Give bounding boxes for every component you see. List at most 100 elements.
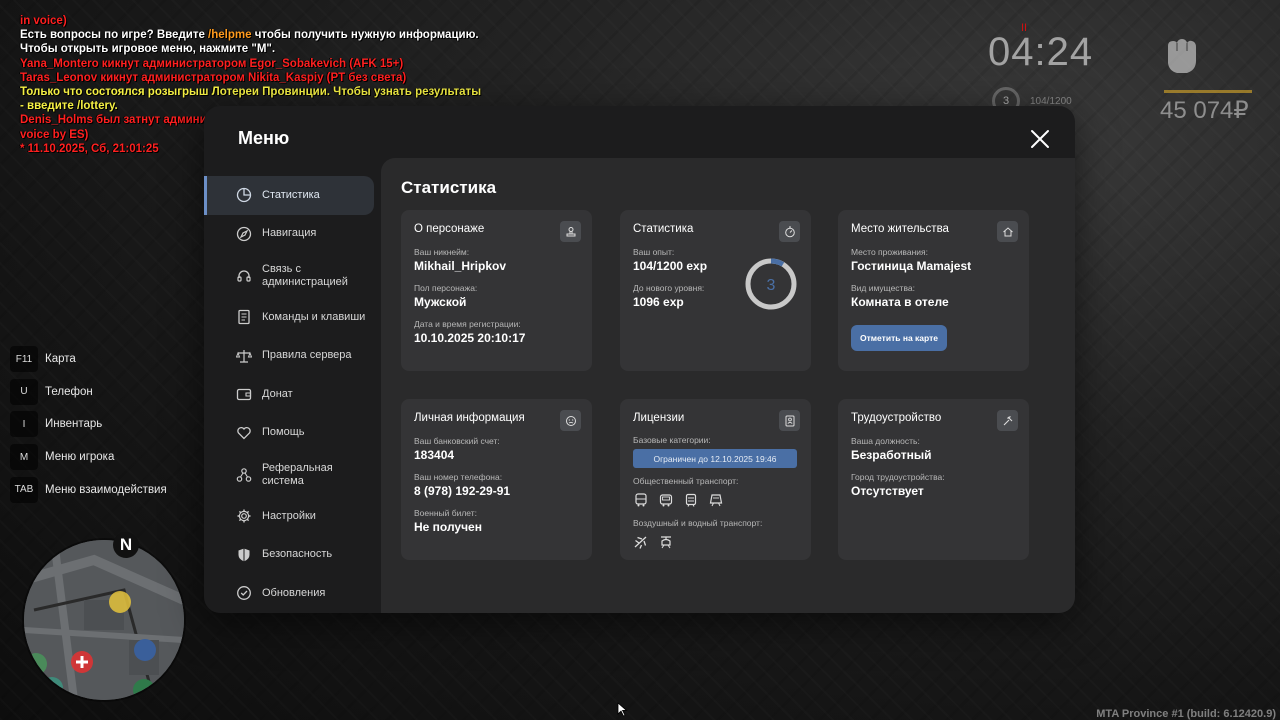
sidebar-item-settings[interactable]: Настройки [204, 497, 374, 536]
key-hint-row: M Меню игрока [10, 444, 167, 471]
key-hint-row: TAB Меню взаимодействия [10, 476, 167, 503]
key-cap: M [10, 444, 38, 471]
key-hint-row: F11 Карта [10, 346, 167, 372]
player-menu-panel: Меню Статистика Навигация Связь с админи… [204, 106, 1075, 613]
property-type-value: Комната в отеле [851, 295, 949, 309]
chat-text: Taras_Leonov кикнут администратором Niki… [20, 71, 407, 84]
shield-icon [236, 547, 252, 563]
field-label: Базовые категории: [633, 435, 711, 445]
scales-icon [236, 348, 252, 364]
key-cap: TAB [10, 476, 38, 503]
card-employment: Трудоустройство Ваша должность: Безработ… [838, 399, 1029, 560]
registration-value: 10.10.2025 20:10:17 [414, 331, 526, 345]
job-position-value: Безработный [851, 448, 932, 462]
house-icon [997, 221, 1018, 242]
sidebar-item-label: Безопасность [262, 548, 333, 561]
sidebar-item-label: Обновления [262, 586, 326, 599]
sidebar-item-admin-contact[interactable]: Связь с администрацией [204, 253, 374, 298]
level-number: 3 [767, 277, 776, 294]
card-statistics: Статистика Ваш опыт: 104/1200 exp До нов… [620, 210, 811, 371]
sidebar-item-navigation[interactable]: Навигация [204, 215, 374, 254]
refresh-icon [236, 585, 252, 601]
sidebar-item-label: Связь с администрацией [262, 262, 348, 288]
chat-text: Чтобы открыть игровое меню, нажмите "M". [20, 43, 276, 56]
tram-icon [685, 493, 697, 507]
sidebar-item-rules[interactable]: Правила сервера [204, 337, 374, 376]
field-label: Город трудоустройства: [851, 472, 945, 482]
field-label: Военный билет: [414, 508, 478, 518]
key-hint-label: Меню взаимодействия [45, 483, 167, 496]
card-personal-info: Личная информация Ваш банковский счет: 1… [401, 399, 592, 560]
chat-text: Только что состоялся розыгрыш Лотереи Пр… [20, 86, 482, 99]
sidebar-item-security[interactable]: Безопасность [204, 536, 374, 575]
gender-value: Мужской [414, 295, 467, 309]
chat-text: in voice) [20, 15, 67, 27]
key-hint-label: Телефон [45, 385, 93, 398]
hud-clock: 04:24 [988, 30, 1094, 74]
chat-line: Чтобы открыть игровое меню, нажмите "M". [20, 42, 480, 56]
card-persona: О персонаже Ваш никнейм: Mikhail_Hripkov… [401, 210, 592, 371]
card-title: Личная информация [414, 412, 525, 424]
heart-hand-icon [236, 425, 252, 441]
sidebar-item-label: Команды и клавиши [262, 310, 366, 323]
mark-on-map-button[interactable]: Отметить на карте [851, 325, 947, 351]
sidebar-item-label: Навигация [262, 227, 317, 240]
gear-icon [236, 508, 252, 524]
money-bar [1164, 90, 1252, 93]
trolleybus-icon [659, 494, 673, 507]
field-label: Ваш опыт: [633, 247, 675, 257]
card-title: О персонаже [414, 223, 485, 235]
id-card-icon [779, 410, 800, 431]
field-label: Ваш номер телефона: [414, 472, 503, 482]
card-title: Трудоустройство [851, 412, 942, 424]
chat-text: Yana_Montero кикнут администратором Egor… [20, 57, 404, 70]
sidebar-item-label: Настройки [262, 509, 316, 522]
chat-text: voice by ES) [20, 128, 89, 141]
chat-text: чтобы получить нужную информацию. [251, 29, 479, 42]
sidebar-item-commands[interactable]: Команды и клавиши [204, 298, 374, 337]
timer-icon [779, 221, 800, 242]
key-hints: F11 Карта U Телефон I Инвентарь M Меню игрок… [10, 346, 167, 509]
statistics-content: Статистика О персонаже Ваш никнейм: Mikh… [381, 158, 1075, 613]
face-icon [560, 410, 581, 431]
field-label: Общественный транспорт: [633, 476, 739, 486]
job-city-value: Отсутствует [851, 484, 924, 498]
public-transport-icons [633, 492, 798, 508]
sidebar-item-statistics[interactable]: Статистика [204, 176, 374, 215]
document-icon [236, 309, 252, 325]
sidebar-item-label: Правила сервера [262, 349, 352, 362]
chat-line: in voice) [20, 14, 480, 28]
stamp-icon [560, 221, 581, 242]
key-hint-row: U Телефон [10, 378, 167, 405]
sidebar-item-updates[interactable]: Обновления [204, 574, 374, 613]
content-title: Статистика [401, 178, 497, 197]
sidebar-item-referral[interactable]: Реферальная система [204, 452, 374, 497]
field-label: Дата и время регистрации: [414, 319, 521, 329]
key-hint-label: Меню игрока [45, 451, 115, 464]
phone-value: 8 (978) 192-29-91 [414, 484, 511, 498]
menu-title: Меню [238, 128, 290, 148]
sidebar-item-donate[interactable]: Донат [204, 375, 374, 414]
sidebar-item-label: Статистика [262, 188, 320, 201]
chat-text: Есть вопросы по игре? Введите [20, 29, 209, 42]
chat-line: Только что состоялся розыгрыш Лотереи Пр… [20, 85, 482, 99]
wallet-icon [236, 386, 252, 402]
close-icon[interactable] [1030, 129, 1050, 149]
field-label: Воздушный и водный транспорт: [633, 518, 763, 528]
chat-text: * 11.10.2025, Сб, 21:01:25 [20, 142, 159, 155]
field-label: Ваш банковский счет: [414, 436, 500, 446]
sidebar-item-label: Донат [262, 387, 293, 400]
network-icon [236, 467, 252, 483]
air-water-transport-icons [633, 534, 798, 550]
minimap [24, 540, 184, 700]
key-hint-label: Карта [45, 353, 76, 365]
sidebar-item-label: Реферальная система [262, 461, 333, 487]
chat-line: Taras_Leonov кикнут администратором Niki… [20, 71, 480, 85]
field-label: Ваша должность: [851, 436, 920, 446]
key-hint-row: I Инвентарь [10, 411, 167, 438]
nickname-value: Mikhail_Hripkov [414, 259, 507, 273]
sidebar-item-help[interactable]: Помощь [204, 414, 374, 453]
field-label: Ваш никнейм: [414, 247, 470, 257]
card-title: Место жительства [851, 223, 949, 235]
hammer-icon [997, 410, 1018, 431]
